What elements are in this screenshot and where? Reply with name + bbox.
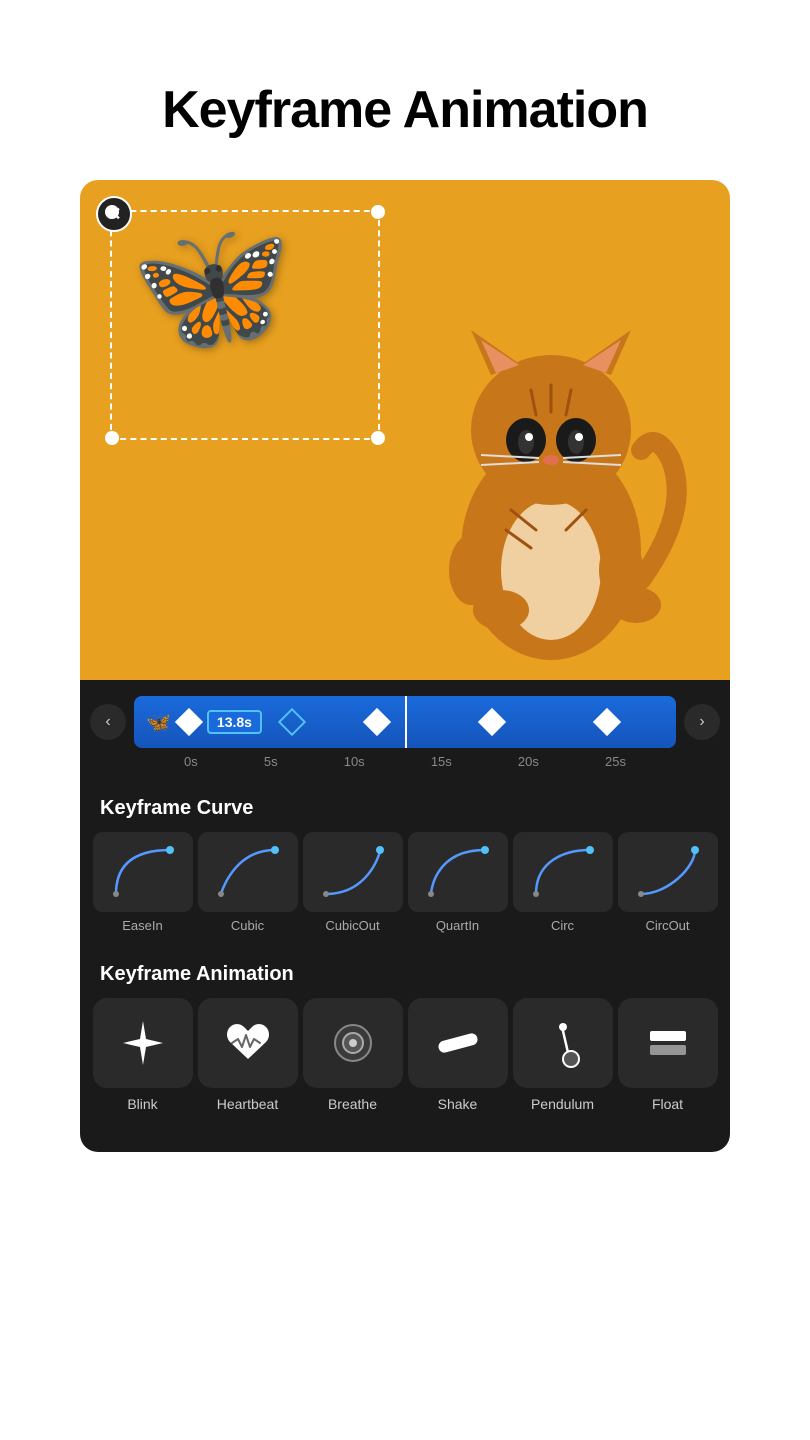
curve-box-circ [513,832,613,912]
curve-label-cubicout: CubicOut [325,918,379,933]
curve-item-cubic[interactable]: Cubic [198,832,298,933]
handle-top-right[interactable] [371,205,385,219]
heartbeat-icon [222,1017,274,1069]
timeline-next-button[interactable]: › [684,704,720,740]
bottom-panel: ‹ 🦋 13.8s [80,680,730,1152]
anim-item-heartbeat[interactable]: Heartbeat [198,998,298,1112]
timeline-track-wrapper: ‹ 🦋 13.8s [90,696,720,748]
cat-figure-area [373,230,731,680]
track-icon: 🦋 [146,710,171,735]
anim-box-pendulum [513,998,613,1088]
curve-item-cubicout[interactable]: CubicOut [303,832,403,933]
animation-row: Blink Heartbeat [80,998,730,1132]
curve-item-quartin[interactable]: QuartIn [408,832,508,933]
anim-label-heartbeat: Heartbeat [217,1096,278,1112]
ruler-mark-1: 5s [264,754,278,769]
ruler-mark-4: 20s [518,754,539,769]
anim-label-shake: Shake [438,1096,478,1112]
ruler-mark-0: 0s [184,754,198,769]
anim-label-float: Float [652,1096,683,1112]
curve-item-circ[interactable]: Circ [513,832,613,933]
blink-icon [117,1017,169,1069]
curve-box-quartin [408,832,508,912]
curve-label-quartin: QuartIn [436,918,479,933]
anim-box-float [618,998,718,1088]
handle-top-left[interactable] [105,205,119,219]
keyframe-diamond-1[interactable] [175,708,203,736]
ruler-mark-5: 25s [605,754,626,769]
timeline-ruler: 0s 5s 10s 15s 20s 25s [90,748,720,769]
ruler-mark-2: 10s [344,754,365,769]
curve-item-easein[interactable]: EaseIn [93,832,193,933]
time-badge: 13.8s [207,710,262,734]
anim-item-pendulum[interactable]: Pendulum [513,998,613,1112]
anim-label-pendulum: Pendulum [531,1096,594,1112]
anim-label-blink: Blink [127,1096,157,1112]
curve-box-circout [618,832,718,912]
cat-svg [391,230,711,680]
breathe-icon [327,1017,379,1069]
anim-box-breathe [303,998,403,1088]
main-canvas-container: ✕ 🦋 [80,180,730,1152]
shake-icon [432,1017,484,1069]
curve-box-easein [93,832,193,912]
anim-item-breathe[interactable]: Breathe [303,998,403,1112]
keyframe-animation-label: Keyframe Animation [80,943,730,998]
curve-label-circ: Circ [551,918,574,933]
keyframe-curve-label: Keyframe Curve [80,777,730,832]
curve-label-easein: EaseIn [122,918,162,933]
ruler-mark-3: 15s [431,754,452,769]
curve-label-circout: CircOut [645,918,689,933]
handle-bottom-left[interactable] [105,431,119,445]
float-icon [642,1017,694,1069]
keyframe-diamond-active[interactable] [278,708,306,736]
anim-label-breathe: Breathe [328,1096,377,1112]
timeline-section: ‹ 🦋 13.8s [80,680,730,777]
timeline-prev-button[interactable]: ‹ [90,704,126,740]
keyframe-diamond-4[interactable] [592,708,620,736]
curve-label-cubic: Cubic [231,918,264,933]
anim-item-float[interactable]: Float [618,998,718,1112]
curve-row: EaseIn Cubic Cub [80,832,730,943]
curve-item-circout[interactable]: CircOut [618,832,718,933]
timeline-track[interactable]: 🦋 13.8s [134,696,676,748]
anim-box-heartbeat [198,998,298,1088]
page-title: Keyframe Animation [0,0,810,180]
keyframe-diamond-3[interactable] [478,708,506,736]
anim-item-shake[interactable]: Shake [408,998,508,1112]
anim-box-blink [93,998,193,1088]
keyframe-diamond-2[interactable] [363,708,391,736]
curve-box-cubicout [303,832,403,912]
canvas-area: ✕ 🦋 [80,180,730,680]
butterfly-sticker: 🦋 [130,210,292,363]
pendulum-icon [537,1017,589,1069]
ruler-marks: 0s 5s 10s 15s 20s 25s [180,754,630,769]
curve-box-cubic [198,832,298,912]
anim-box-shake [408,998,508,1088]
anim-item-blink[interactable]: Blink [93,998,193,1112]
